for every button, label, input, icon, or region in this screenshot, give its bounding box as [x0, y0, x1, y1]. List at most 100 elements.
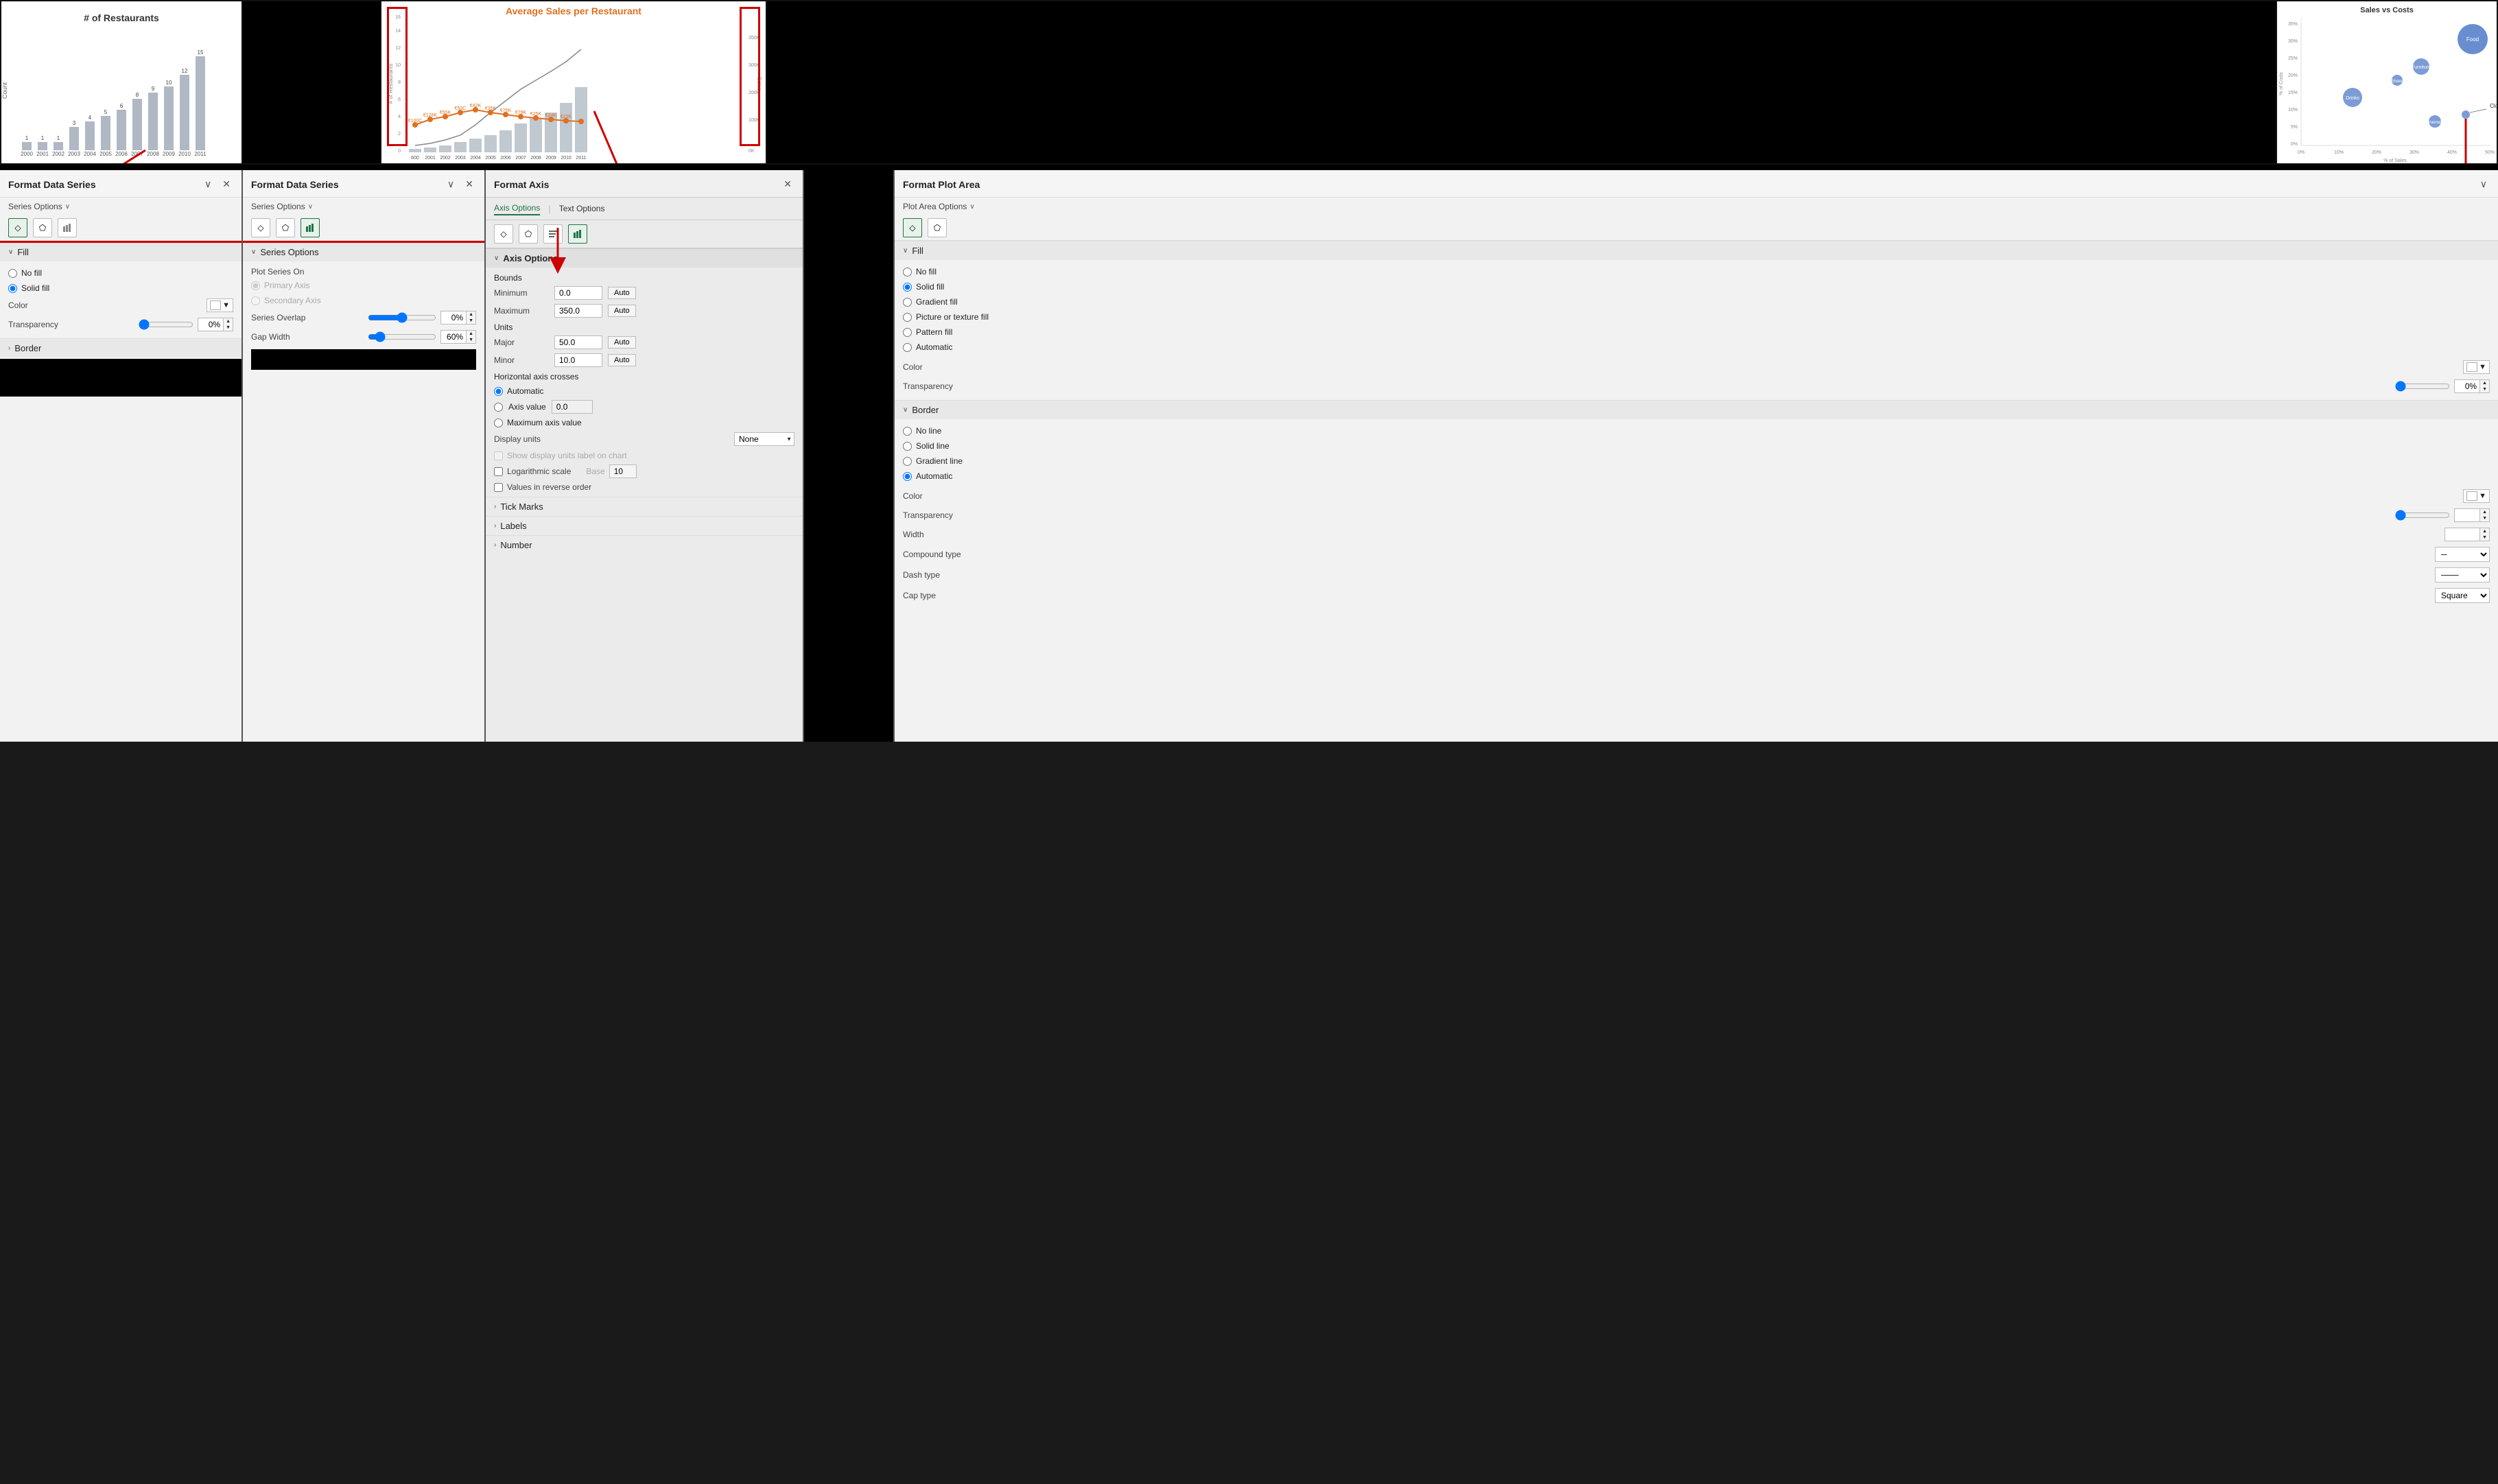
labels-section[interactable]: › Labels: [486, 516, 803, 535]
series-options-section[interactable]: ∨ Series Options: [243, 241, 484, 261]
axis-options-section-header[interactable]: ∨ Axis Options: [486, 248, 803, 268]
plot-border-section-header[interactable]: ∨ Border: [895, 400, 2498, 419]
pf-gradient-radio[interactable]: [903, 298, 912, 307]
pentagon-icon-btn-1[interactable]: ⬠: [33, 218, 52, 237]
primary-axis-row[interactable]: Primary Axis: [251, 278, 476, 293]
pb-no-line-radio[interactable]: [903, 427, 912, 436]
solid-fill-row[interactable]: Solid fill: [8, 281, 233, 296]
number-section[interactable]: › Number: [486, 535, 803, 554]
pb-width-up[interactable]: ▲: [2480, 528, 2489, 534]
minimum-auto-btn[interactable]: Auto: [608, 287, 636, 299]
major-input[interactable]: [554, 335, 602, 349]
axis-value-input[interactable]: [552, 400, 593, 414]
color-picker-btn-1[interactable]: ▼: [207, 298, 233, 312]
plot-pentagon-icon[interactable]: ⬠: [928, 218, 947, 237]
pf-gradient-row[interactable]: Gradient fill: [903, 294, 2490, 309]
axis-fill-icon[interactable]: ◇: [494, 224, 513, 244]
panel-collapse-btn-2[interactable]: ∨: [445, 177, 457, 191]
pf-color-picker[interactable]: ▼: [2463, 360, 2490, 374]
no-fill-row[interactable]: No fill: [8, 266, 233, 281]
axis-pentagon-icon[interactable]: ⬠: [519, 224, 538, 244]
dash-type-select[interactable]: ─── - - - · · ·: [2435, 567, 2490, 582]
pf-pattern-radio[interactable]: [903, 328, 912, 337]
panel-close-btn-2[interactable]: ✕: [462, 177, 476, 191]
compound-type-select[interactable]: ─ ═ ≡: [2435, 547, 2490, 562]
bar-green-icon-btn-2[interactable]: [301, 218, 320, 237]
transp-down-1[interactable]: ▼: [224, 325, 233, 331]
minimum-input[interactable]: [554, 286, 602, 300]
series-options-dropdown-1[interactable]: Series Options ∨: [0, 198, 241, 215]
no-fill-radio[interactable]: [8, 269, 17, 278]
minor-auto-btn[interactable]: Auto: [608, 354, 636, 366]
auto-crosses-radio[interactable]: [494, 387, 503, 396]
pentagon-icon-btn-2[interactable]: ⬠: [276, 218, 295, 237]
pf-automatic-radio[interactable]: [903, 343, 912, 352]
gw-up[interactable]: ▲: [467, 331, 475, 337]
axis-scroll-area[interactable]: ∨ Axis Options Bounds Minimum Auto Maxim…: [486, 248, 803, 742]
secondary-axis-row[interactable]: Secondary Axis: [251, 293, 476, 308]
pb-no-line-row[interactable]: No line: [903, 423, 2490, 438]
panel-close-btn-1[interactable]: ✕: [220, 177, 233, 191]
max-axis-radio[interactable]: [494, 419, 503, 427]
border-section-header-1[interactable]: › Border: [0, 338, 241, 357]
solid-fill-radio[interactable]: [8, 284, 17, 293]
pf-transp-down[interactable]: ▼: [2480, 386, 2489, 392]
pf-picture-row[interactable]: Picture or texture fill: [903, 309, 2490, 325]
gap-width-slider[interactable]: [368, 331, 436, 342]
axis-value-radio[interactable]: [494, 403, 503, 412]
pb-gradient-line-radio[interactable]: [903, 457, 912, 466]
minor-input[interactable]: [554, 353, 602, 367]
fill-icon-btn-2[interactable]: ◇: [251, 218, 270, 237]
pf-transp-up[interactable]: ▲: [2480, 380, 2489, 386]
cap-type-select[interactable]: Square Round Flat: [2435, 588, 2490, 603]
pf-no-fill-radio[interactable]: [903, 268, 912, 276]
pf-transp-slider[interactable]: [2395, 381, 2450, 392]
pb-transp-up[interactable]: ▲: [2480, 509, 2489, 515]
pf-picture-radio[interactable]: [903, 313, 912, 322]
fill-icon-btn-1[interactable]: ◇: [8, 218, 27, 237]
pb-transp-slider[interactable]: [2395, 510, 2450, 521]
pb-color-picker[interactable]: ▼: [2463, 489, 2490, 503]
plot-fill-section-header[interactable]: ∨ Fill: [895, 241, 2498, 260]
plot-area-dropdown[interactable]: Plot Area Options ∨: [895, 198, 2498, 215]
transp-value-1[interactable]: 0%: [198, 318, 223, 331]
auto-crosses-row[interactable]: Automatic: [486, 384, 803, 398]
log-base-input[interactable]: [609, 464, 637, 478]
reverse-order-cb[interactable]: [494, 483, 503, 492]
pf-solid-fill-radio[interactable]: [903, 283, 912, 292]
max-axis-row[interactable]: Maximum axis value: [486, 416, 803, 429]
text-options-tab[interactable]: Text Options: [559, 202, 605, 215]
maximum-auto-btn[interactable]: Auto: [608, 305, 636, 317]
axis-options-tab[interactable]: Axis Options: [494, 202, 540, 215]
pf-solid-fill-row[interactable]: Solid fill: [903, 279, 2490, 294]
pb-automatic-row[interactable]: Automatic: [903, 469, 2490, 484]
pb-solid-line-radio[interactable]: [903, 442, 912, 451]
plot-area-expand-btn[interactable]: ∨: [2477, 177, 2490, 191]
series-options-dropdown-2[interactable]: Series Options ∨: [243, 198, 484, 215]
pb-width-value[interactable]: [2445, 528, 2479, 541]
transp-slider-1[interactable]: [139, 319, 193, 330]
pf-pattern-row[interactable]: Pattern fill: [903, 325, 2490, 340]
transp-up-1[interactable]: ▲: [224, 318, 233, 325]
pf-transp-value[interactable]: 0%: [2455, 380, 2479, 392]
pb-transp-value[interactable]: [2455, 509, 2479, 521]
log-scale-cb[interactable]: [494, 467, 503, 476]
so-up[interactable]: ▲: [467, 311, 475, 318]
pb-width-down[interactable]: ▼: [2480, 534, 2489, 541]
panel-collapse-btn-1[interactable]: ∨: [202, 177, 214, 191]
pf-automatic-row[interactable]: Automatic: [903, 340, 2490, 355]
tick-marks-section[interactable]: › Tick Marks: [486, 497, 803, 516]
major-auto-btn[interactable]: Auto: [608, 336, 636, 349]
pb-gradient-line-row[interactable]: Gradient line: [903, 454, 2490, 469]
series-overlap-slider[interactable]: [368, 312, 436, 323]
gw-down[interactable]: ▼: [467, 337, 475, 343]
plot-fill-icon[interactable]: ◇: [903, 218, 922, 237]
bar-icon-btn-1[interactable]: [58, 218, 77, 237]
fill-section-header[interactable]: ∨ Fill: [0, 241, 241, 261]
pb-automatic-radio[interactable]: [903, 472, 912, 481]
so-down[interactable]: ▼: [467, 318, 475, 324]
gap-width-value[interactable]: 60%: [441, 331, 466, 343]
maximum-input[interactable]: [554, 304, 602, 318]
display-units-select[interactable]: None Hundreds Thousands Millions: [734, 432, 794, 446]
pb-transp-down[interactable]: ▼: [2480, 515, 2489, 521]
